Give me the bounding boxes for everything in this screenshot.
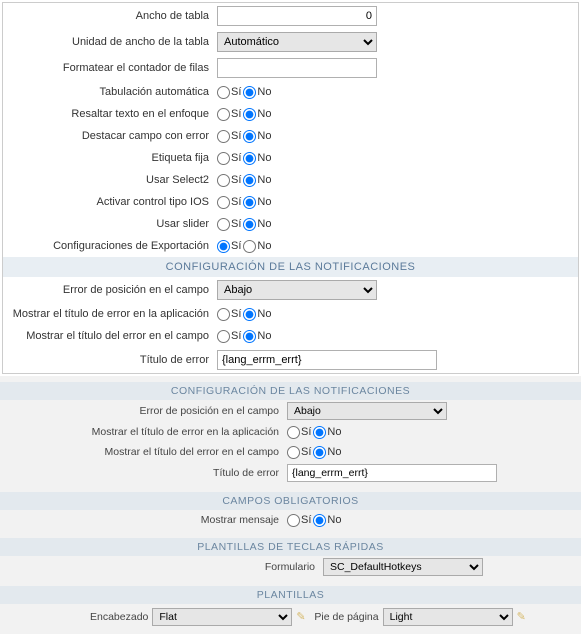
use-select2-yes[interactable] [217, 174, 230, 187]
no-label: No [257, 240, 271, 252]
use-select2-no[interactable] [243, 174, 256, 187]
templates-header: PLANTILLAS [0, 586, 581, 604]
show-message-yes[interactable] [287, 514, 300, 527]
auto-tab-yes[interactable] [217, 86, 230, 99]
show-err-field-yes-2[interactable] [287, 446, 300, 459]
yes-label: Sí [231, 86, 241, 98]
edit-header-icon[interactable]: ✎ [296, 611, 308, 623]
table-width-label: Ancho de tabla [7, 10, 217, 22]
auto-tab-no[interactable] [243, 86, 256, 99]
yes-label: Sí [231, 152, 241, 164]
row-counter-format-label: Formatear el contador de filas [7, 62, 217, 74]
show-err-app-no[interactable] [243, 308, 256, 321]
yes-label: Sí [301, 446, 311, 458]
no-label: No [257, 108, 271, 120]
error-pos-select[interactable]: Abajo [217, 280, 377, 300]
ios-control-label: Activar control tipo IOS [7, 196, 217, 208]
use-slider-no[interactable] [243, 218, 256, 231]
header-template-label: Encabezado [90, 611, 148, 623]
error-pos-label-2: Error de posición en el campo [4, 405, 287, 417]
show-err-field-label-2: Mostrar el título del error en el campo [4, 446, 287, 458]
show-message-no[interactable] [313, 514, 326, 527]
form-select[interactable]: SC_DefaultHotkeys [323, 558, 483, 576]
yes-label: Sí [301, 514, 311, 526]
show-err-app-label: Mostrar el título de error en la aplicac… [7, 308, 217, 320]
use-slider-yes[interactable] [217, 218, 230, 231]
no-label: No [257, 218, 271, 230]
show-err-app-yes-2[interactable] [287, 426, 300, 439]
row-counter-format-input[interactable] [217, 58, 377, 78]
auto-tab-radio: Sí No [217, 86, 574, 99]
no-label: No [327, 514, 341, 526]
error-title-input-2[interactable] [287, 464, 497, 482]
footer-template-select[interactable]: Light [383, 608, 513, 626]
yes-label: Sí [231, 218, 241, 230]
highlight-focus-no[interactable] [243, 108, 256, 121]
no-label: No [257, 196, 271, 208]
no-label: No [257, 86, 271, 98]
notifications-header: CONFIGURACIÓN DE LAS NOTIFICACIONES [3, 257, 578, 277]
highlight-error-label: Destacar campo con error [7, 130, 217, 142]
footer-template-label: Pie de página [314, 611, 378, 623]
ios-control-no[interactable] [243, 196, 256, 209]
use-slider-label: Usar slider [7, 218, 217, 230]
error-title-input[interactable] [217, 350, 437, 370]
fixed-label-no[interactable] [243, 152, 256, 165]
settings-panel: Ancho de tabla Unidad de ancho de la tab… [2, 2, 579, 374]
no-label: No [257, 174, 271, 186]
export-config-yes[interactable] [217, 240, 230, 253]
table-width-unit-select[interactable]: Automático [217, 32, 377, 52]
use-select2-label: Usar Select2 [7, 174, 217, 186]
show-err-app-label-2: Mostrar el título de error en la aplicac… [4, 426, 287, 438]
highlight-focus-yes[interactable] [217, 108, 230, 121]
no-label: No [257, 130, 271, 142]
no-label: No [327, 426, 341, 438]
header-template-select[interactable]: Flat [152, 608, 292, 626]
error-title-label: Título de error [7, 354, 217, 366]
no-label: No [257, 330, 271, 342]
export-config-label: Configuraciones de Exportación [7, 240, 217, 252]
show-err-field-yes[interactable] [217, 330, 230, 343]
hotkeys-header: PLANTILLAS DE TECLAS RÁPIDAS [0, 538, 581, 556]
show-message-label: Mostrar mensaje [4, 514, 287, 526]
show-err-field-label: Mostrar el título del error en el campo [7, 330, 217, 342]
yes-label: Sí [231, 108, 241, 120]
highlight-error-no[interactable] [243, 130, 256, 143]
fixed-label-label: Etiqueta fija [7, 152, 217, 164]
required-fields-header: CAMPOS OBLIGATORIOS [0, 492, 581, 510]
yes-label: Sí [231, 330, 241, 342]
yes-label: Sí [301, 426, 311, 438]
error-pos-select-2[interactable]: Abajo [287, 402, 447, 420]
error-pos-label: Error de posición en el campo [7, 284, 217, 296]
table-width-input[interactable] [217, 6, 377, 26]
highlight-focus-label: Resaltar texto en el enfoque [7, 108, 217, 120]
error-title-label-2: Título de error [4, 467, 287, 479]
no-label: No [327, 446, 341, 458]
show-err-app-yes[interactable] [217, 308, 230, 321]
ios-control-yes[interactable] [217, 196, 230, 209]
show-err-field-no[interactable] [243, 330, 256, 343]
yes-label: Sí [231, 308, 241, 320]
fixed-label-yes[interactable] [217, 152, 230, 165]
highlight-error-yes[interactable] [217, 130, 230, 143]
lower-zone: CONFIGURACIÓN DE LAS NOTIFICACIONES Erro… [0, 376, 581, 634]
yes-label: Sí [231, 174, 241, 186]
edit-footer-icon[interactable]: ✎ [517, 611, 529, 623]
auto-tab-label: Tabulación automática [7, 86, 217, 98]
form-label: Formulario [98, 561, 323, 573]
show-err-app-no-2[interactable] [313, 426, 326, 439]
show-err-field-no-2[interactable] [313, 446, 326, 459]
export-config-no[interactable] [243, 240, 256, 253]
table-width-unit-label: Unidad de ancho de la tabla [7, 36, 217, 48]
yes-label: Sí [231, 240, 241, 252]
no-label: No [257, 152, 271, 164]
no-label: No [257, 308, 271, 320]
yes-label: Sí [231, 196, 241, 208]
yes-label: Sí [231, 130, 241, 142]
notifications-header-2: CONFIGURACIÓN DE LAS NOTIFICACIONES [0, 382, 581, 400]
